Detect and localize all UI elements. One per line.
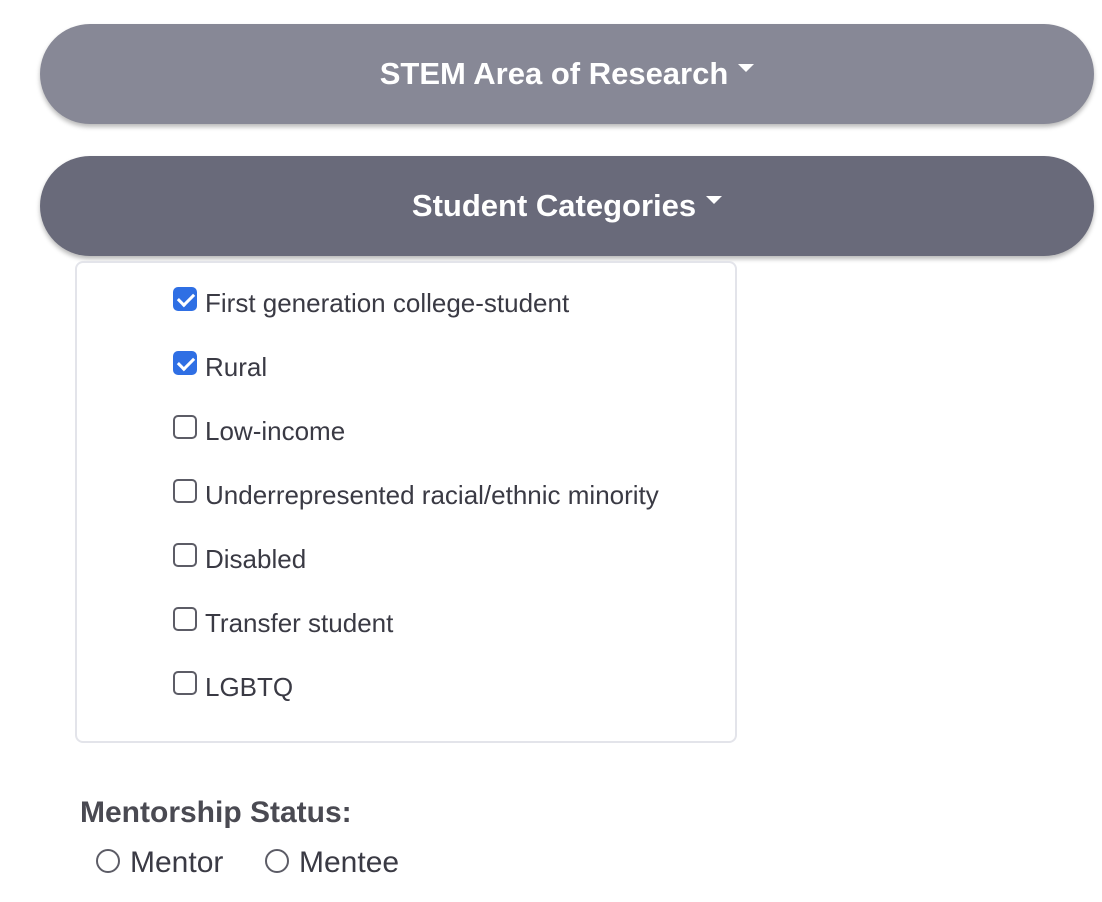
- option-disabled[interactable]: Disabled: [173, 543, 307, 574]
- student-categories-menu: First generation college-student Rural L…: [75, 261, 737, 743]
- checkbox[interactable]: [173, 671, 197, 695]
- checkbox-checked[interactable]: [173, 351, 197, 375]
- radio-label: Mentor: [130, 846, 224, 879]
- option-transfer-student[interactable]: Transfer student: [173, 607, 394, 638]
- checkbox[interactable]: [173, 543, 197, 567]
- option-first-generation[interactable]: First generation college-student: [173, 287, 570, 318]
- option-label: Low-income: [205, 415, 346, 446]
- option-label: Transfer student: [205, 607, 394, 638]
- option-low-income[interactable]: Low-income: [173, 415, 346, 446]
- option-rural[interactable]: Rural: [173, 351, 268, 382]
- stem-research-dropdown-toggle[interactable]: STEM Area of Research: [40, 24, 1094, 124]
- option-lgbtq[interactable]: LGBTQ: [173, 671, 294, 702]
- radio-circle[interactable]: [96, 849, 120, 873]
- caret-down-icon: [706, 196, 723, 204]
- option-label: Underrepresented racial/ethnic minority: [205, 479, 659, 510]
- student-categories-label: Student Categories: [411, 188, 697, 223]
- checkbox[interactable]: [173, 607, 197, 631]
- checkbox[interactable]: [173, 415, 197, 439]
- option-label: Disabled: [205, 543, 307, 574]
- checkbox-checked[interactable]: [173, 287, 197, 311]
- radio-label: Mentee: [299, 846, 400, 879]
- option-label: First generation college-student: [205, 287, 570, 318]
- stem-research-label: STEM Area of Research: [379, 56, 729, 91]
- mentorship-status-label: Mentorship Status:: [80, 796, 352, 829]
- student-categories-dropdown-toggle[interactable]: Student Categories: [40, 156, 1094, 256]
- option-label: Rural: [205, 351, 268, 382]
- checkbox[interactable]: [173, 479, 197, 503]
- filter-form: STEM Area of Research Student Categories…: [0, 0, 1102, 902]
- caret-down-icon: [738, 64, 755, 72]
- radio-mentor[interactable]: Mentor: [96, 845, 223, 881]
- option-underrepresented-minority[interactable]: Underrepresented racial/ethnic minority: [173, 479, 659, 510]
- radio-mentee[interactable]: Mentee: [265, 845, 399, 881]
- radio-circle[interactable]: [265, 849, 289, 873]
- option-label: LGBTQ: [205, 671, 294, 702]
